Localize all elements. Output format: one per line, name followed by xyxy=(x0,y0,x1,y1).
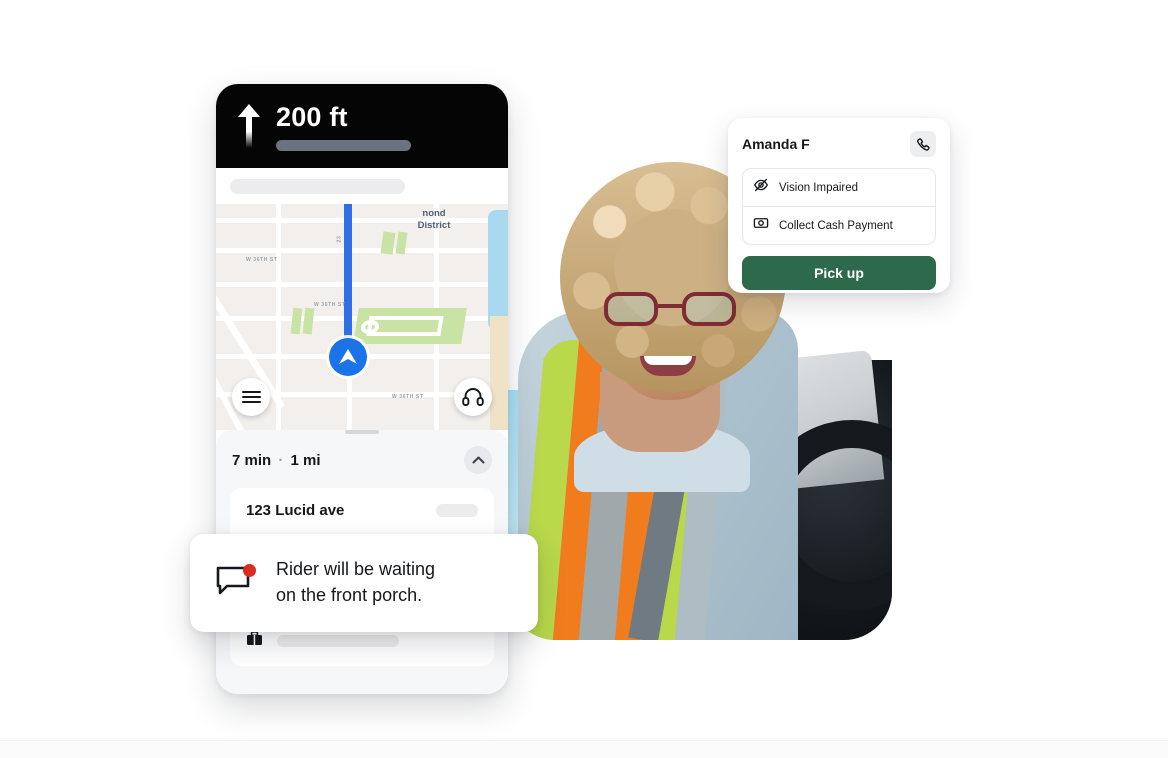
map-street-label: W 36TH ST xyxy=(246,257,278,263)
hamburger-menu-icon[interactable] xyxy=(232,378,270,416)
pickup-button[interactable]: Pick up xyxy=(742,256,936,290)
trip-separator: · xyxy=(278,451,284,469)
search-bar[interactable] xyxy=(216,168,508,204)
trip-distance: 1 mi xyxy=(290,451,321,469)
destination-address: 123 Lucid ave xyxy=(246,502,345,519)
map-street-label: W 36TH ST xyxy=(314,302,346,308)
rider-attribute-row: Collect Cash Payment xyxy=(743,206,935,244)
rider-attributes-list: Vision Impaired Collect Cash Payment xyxy=(742,168,936,245)
map-water xyxy=(488,210,508,330)
page-root: 200 ft nond District W 36TH ST W 36TH ST… xyxy=(0,0,1168,758)
rider-attribute-label: Vision Impaired xyxy=(779,181,859,194)
up-arrow-icon xyxy=(236,102,262,150)
unread-badge xyxy=(243,564,256,577)
eye-off-icon xyxy=(753,177,769,198)
rider-attribute-label: Collect Cash Payment xyxy=(779,219,893,232)
trip-summary-row: 7 min · 1 mi xyxy=(230,434,494,488)
search-placeholder xyxy=(230,178,405,194)
map-street-number: 23 xyxy=(336,235,343,243)
message-text: Rider will be waiting on the front porch… xyxy=(276,557,435,608)
trip-eta-minutes: 7 min xyxy=(232,451,272,469)
navigation-distance: 200 ft xyxy=(276,102,348,132)
navigation-puck-icon xyxy=(329,338,367,376)
page-footer-rule xyxy=(0,740,1168,758)
photo-glasses xyxy=(604,292,736,326)
phone-icon[interactable] xyxy=(910,131,936,157)
trip-eta: 7 min · 1 mi xyxy=(232,452,321,469)
destination-row: 123 Lucid ave xyxy=(246,502,478,519)
rider-name: Amanda F xyxy=(742,136,810,152)
map-street-label: W 36TH ST xyxy=(392,394,424,400)
route-line xyxy=(344,204,352,354)
navigation-texts: 200 ft xyxy=(276,102,488,168)
map-district-label: nond District xyxy=(417,208,451,231)
navigation-street-placeholder xyxy=(276,140,411,152)
navigation-header: 200 ft xyxy=(216,84,508,168)
message-line-1: Rider will be waiting xyxy=(276,559,436,580)
rider-attribute-row: Vision Impaired xyxy=(743,169,935,206)
headset-support-icon[interactable] xyxy=(454,378,492,416)
message-toast[interactable]: Rider will be waiting on the front porch… xyxy=(190,534,538,632)
destination-placeholder xyxy=(436,504,478,517)
rider-header: Amanda F xyxy=(742,131,936,157)
message-bubble-icon xyxy=(216,564,256,600)
message-line-2: on the front porch. xyxy=(276,585,423,605)
luggage-placeholder xyxy=(277,635,399,647)
map-view[interactable]: nond District W 36TH ST W 36TH ST W 36TH … xyxy=(216,204,508,430)
cash-payment-icon xyxy=(753,215,769,236)
map-beach xyxy=(490,316,508,430)
chevron-up-icon[interactable] xyxy=(464,446,492,474)
rider-card: Amanda F Vision Impaired Collect Cash Pa… xyxy=(728,118,950,293)
briefcase-icon xyxy=(246,630,263,652)
